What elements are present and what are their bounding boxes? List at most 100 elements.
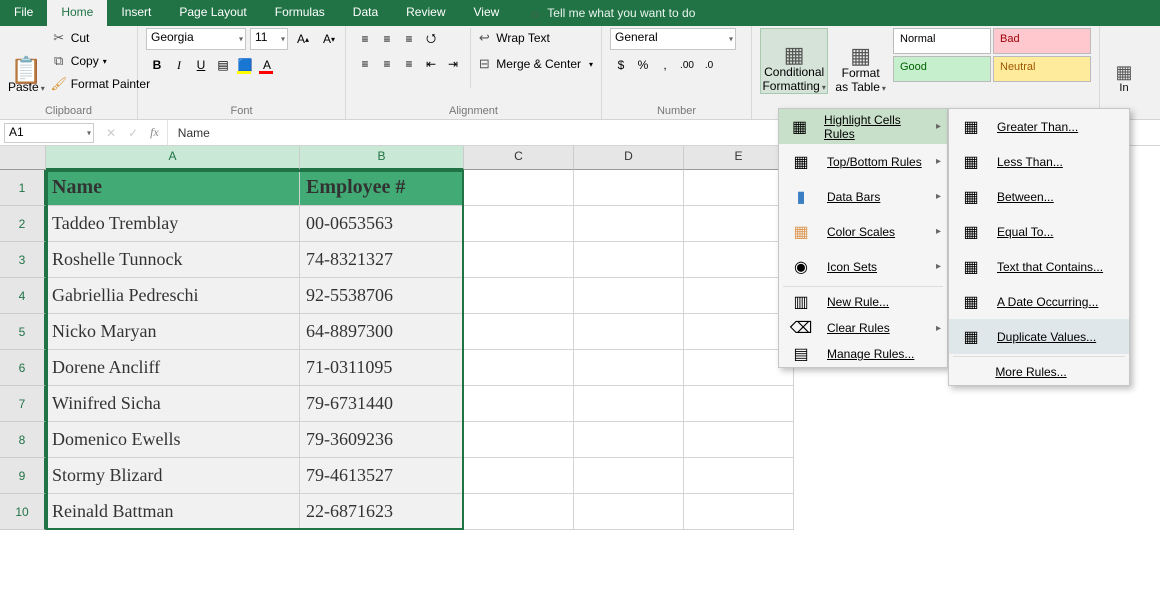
select-all-corner[interactable] (0, 146, 46, 170)
cell-C1[interactable] (464, 170, 574, 206)
cell-E9[interactable] (684, 458, 794, 494)
rowhead-6[interactable]: 6 (0, 350, 46, 386)
number-format-select[interactable]: General▾ (610, 28, 736, 50)
cell-C5[interactable] (464, 314, 574, 350)
cell-B6[interactable]: 71-0311095 (300, 350, 464, 386)
font-color-button[interactable]: A (256, 54, 278, 76)
rowhead-7[interactable]: 7 (0, 386, 46, 422)
cell-D10[interactable] (574, 494, 684, 530)
cell-B4[interactable]: 92-5538706 (300, 278, 464, 314)
submenu-less-than[interactable]: ▦Less Than... (949, 144, 1129, 179)
merge-center-button[interactable]: ⊟Merge & Center▾ (476, 54, 593, 74)
cell-C2[interactable] (464, 206, 574, 242)
cell-D8[interactable] (574, 422, 684, 458)
align-bottom-button[interactable]: ≡ (398, 28, 420, 50)
format-as-table-button[interactable]: ▦ Format as Table▾ (834, 28, 887, 94)
font-name-select[interactable]: Georgia▾ (146, 28, 246, 50)
submenu-equal-to[interactable]: ▦Equal To... (949, 214, 1129, 249)
cell-B7[interactable]: 79-6731440 (300, 386, 464, 422)
menu-clear-rules[interactable]: ⌫Clear Rules▸ (779, 315, 947, 341)
submenu-date-occurring[interactable]: ▦A Date Occurring... (949, 284, 1129, 319)
cell-C8[interactable] (464, 422, 574, 458)
tab-insert[interactable]: Insert (107, 0, 165, 26)
cell-D1[interactable] (574, 170, 684, 206)
align-middle-button[interactable]: ≡ (376, 28, 398, 50)
cell-A7[interactable]: Winifred Sicha (46, 386, 300, 422)
increase-indent-button[interactable]: ⇥ (442, 53, 464, 75)
underline-button[interactable]: U (190, 54, 212, 76)
cell-A5[interactable]: Nicko Maryan (46, 314, 300, 350)
colhead-C[interactable]: C (464, 146, 574, 170)
cell-B1[interactable]: Employee # (300, 170, 464, 206)
decrease-indent-button[interactable]: ⇤ (420, 53, 442, 75)
cell-D5[interactable] (574, 314, 684, 350)
style-good[interactable]: Good (893, 56, 991, 82)
cell-E10[interactable] (684, 494, 794, 530)
cell-A10[interactable]: Reinald Battman (46, 494, 300, 530)
cell-C3[interactable] (464, 242, 574, 278)
font-size-select[interactable]: 11▾ (250, 28, 288, 50)
wrap-text-button[interactable]: ↩Wrap Text (476, 28, 593, 48)
format-painter-button[interactable]: 🖌Format Painter (51, 74, 150, 94)
colhead-B[interactable]: B (300, 146, 464, 170)
submenu-text-contains[interactable]: ▦Text that Contains... (949, 249, 1129, 284)
cell-A3[interactable]: Roshelle Tunnock (46, 242, 300, 278)
tab-formulas[interactable]: Formulas (261, 0, 339, 26)
cancel-icon[interactable]: ✕ (106, 126, 116, 140)
align-top-button[interactable]: ≡ (354, 28, 376, 50)
cell-B9[interactable]: 79-4613527 (300, 458, 464, 494)
cell-B10[interactable]: 22-6871623 (300, 494, 464, 530)
submenu-between[interactable]: ▦Between... (949, 179, 1129, 214)
increase-decimal-button[interactable]: .00 (676, 54, 698, 76)
tab-data[interactable]: Data (339, 0, 392, 26)
italic-button[interactable]: I (168, 54, 190, 76)
cell-C6[interactable] (464, 350, 574, 386)
cell-D4[interactable] (574, 278, 684, 314)
rowhead-2[interactable]: 2 (0, 206, 46, 242)
paste-button[interactable]: 📋 Paste▾ (8, 28, 45, 94)
cell-B2[interactable]: 00-0653563 (300, 206, 464, 242)
enter-icon[interactable]: ✓ (128, 126, 138, 140)
tell-me[interactable]: ☼ Tell me what you want to do (513, 0, 695, 26)
decrease-font-button[interactable]: A▾ (318, 28, 340, 50)
style-bad[interactable]: Bad (993, 28, 1091, 54)
cell-C10[interactable] (464, 494, 574, 530)
colhead-D[interactable]: D (574, 146, 684, 170)
percent-button[interactable]: % (632, 54, 654, 76)
cell-styles[interactable]: Normal Bad Good Neutral (893, 28, 1091, 82)
cell-E8[interactable] (684, 422, 794, 458)
cell-D2[interactable] (574, 206, 684, 242)
border-button[interactable]: ▤ (212, 54, 234, 76)
menu-top-bottom[interactable]: ▦Top/Bottom Rules▸ (779, 144, 947, 179)
menu-icon-sets[interactable]: ◉Icon Sets▸ (779, 249, 947, 284)
submenu-greater-than[interactable]: ▦Greater Than... (949, 109, 1129, 144)
currency-button[interactable]: $ (610, 54, 632, 76)
cell-D6[interactable] (574, 350, 684, 386)
cell-B3[interactable]: 74-8321327 (300, 242, 464, 278)
cell-A2[interactable]: Taddeo Tremblay (46, 206, 300, 242)
fx-icon[interactable]: fx (150, 125, 159, 140)
orientation-button[interactable]: ⭯ (420, 28, 442, 50)
name-box[interactable]: A1▾ (4, 123, 94, 143)
cell-C4[interactable] (464, 278, 574, 314)
cell-B8[interactable]: 79-3609236 (300, 422, 464, 458)
comma-button[interactable]: , (654, 54, 676, 76)
cell-D7[interactable] (574, 386, 684, 422)
cell-A6[interactable]: Dorene Ancliff (46, 350, 300, 386)
menu-new-rule[interactable]: ▥New Rule... (779, 289, 947, 315)
cut-button[interactable]: ✂Cut (51, 28, 150, 48)
cell-A1[interactable]: Name (46, 170, 300, 206)
rowhead-5[interactable]: 5 (0, 314, 46, 350)
submenu-more-rules[interactable]: More Rules... (949, 359, 1129, 385)
tab-view[interactable]: View (460, 0, 514, 26)
rowhead-9[interactable]: 9 (0, 458, 46, 494)
conditional-formatting-button[interactable]: ▦ Conditional Formatting▾ (760, 28, 828, 94)
rowhead-4[interactable]: 4 (0, 278, 46, 314)
menu-highlight-cells[interactable]: ▦Highlight Cells Rules▸ (779, 109, 947, 144)
menu-manage-rules[interactable]: ▤Manage Rules... (779, 341, 947, 367)
decrease-decimal-button[interactable]: .0 (698, 54, 720, 76)
rowhead-1[interactable]: 1 (0, 170, 46, 206)
rowhead-10[interactable]: 10 (0, 494, 46, 530)
cell-D9[interactable] (574, 458, 684, 494)
align-right-button[interactable]: ≡ (398, 53, 420, 75)
